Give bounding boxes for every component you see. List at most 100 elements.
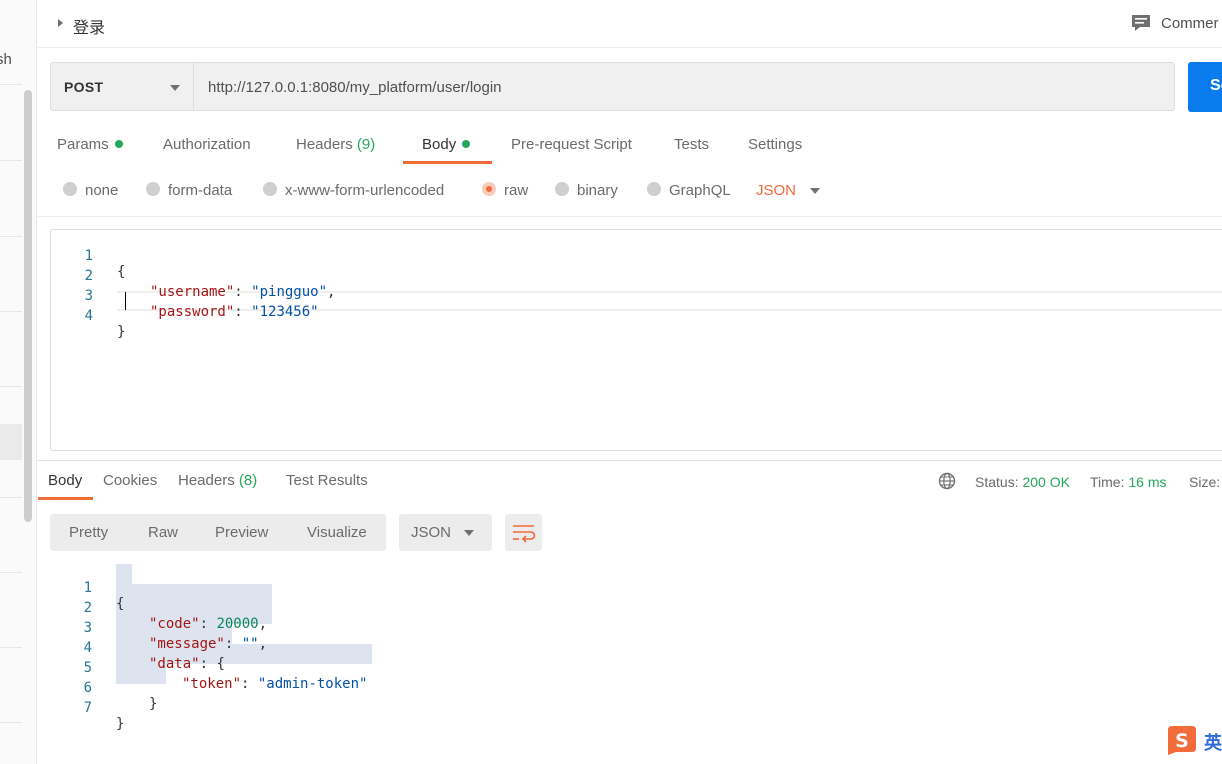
- chevron-down-icon: [170, 85, 180, 91]
- radio-icon: [146, 182, 160, 196]
- method-label: POST: [64, 79, 104, 95]
- radio-icon: [63, 182, 77, 196]
- chevron-down-icon[interactable]: [810, 188, 820, 194]
- body-type-none[interactable]: none: [63, 182, 118, 199]
- selection-highlight: [116, 584, 272, 604]
- headers-count: (8): [238, 472, 258, 489]
- view-mode-bar: Pretty Raw Preview Visualize: [50, 514, 386, 551]
- tab-body[interactable]: Body: [422, 136, 471, 153]
- json-key: "data": [149, 656, 200, 672]
- tab-tests[interactable]: Tests: [674, 136, 709, 153]
- code-line: 4 "data": {: [83, 640, 225, 672]
- body-type-form-data[interactable]: form-data: [146, 182, 232, 199]
- sogou-logo-letter: S: [1175, 730, 1189, 752]
- status-dot-icon: [114, 140, 123, 148]
- collections-sidebar: sh: [0, 0, 37, 764]
- active-tab-indicator: [403, 161, 492, 164]
- response-tab-test-results[interactable]: Test Results: [286, 472, 368, 489]
- body-type-raw[interactable]: raw: [482, 182, 528, 199]
- comments-label[interactable]: Commer: [1161, 15, 1219, 32]
- sidebar-partial-text: sh: [0, 51, 12, 68]
- json-key: "password": [150, 304, 235, 320]
- format-label: JSON: [411, 524, 452, 541]
- code-line: 1 {: [83, 580, 125, 612]
- request-name[interactable]: 登录: [73, 14, 105, 38]
- json-string: "123456": [251, 304, 319, 320]
- code-line: 1 {: [84, 248, 126, 280]
- status-value: 200 OK: [1022, 474, 1070, 490]
- body-type-urlencoded[interactable]: x-www-form-urlencoded: [263, 182, 444, 199]
- size-indicator: Size:: [1189, 474, 1221, 490]
- json-key: "username": [150, 284, 235, 300]
- request-body-editor[interactable]: 1 { 2 "username": "pingguo", 3 "password…: [50, 229, 1222, 451]
- radio-selected-icon: [482, 182, 496, 196]
- sidebar-divider: [0, 236, 22, 237]
- tab-headers[interactable]: Headers (9): [296, 136, 375, 153]
- ime-indicator[interactable]: S 英: [1162, 722, 1222, 758]
- response-body-viewer[interactable]: 1 { 2 "code": 20000, 3 "message": "", 4 …: [50, 564, 1222, 732]
- sidebar-item-selected[interactable]: [0, 424, 22, 460]
- divider: [38, 460, 1222, 461]
- request-header: 登录 Commer: [38, 0, 1222, 48]
- url-text: http://127.0.0.1:8080/my_platform/user/l…: [208, 79, 502, 96]
- code-line: 7 }: [83, 700, 125, 732]
- response-tab-headers[interactable]: Headers (8): [178, 472, 257, 489]
- url-input[interactable]: http://127.0.0.1:8080/my_platform/user/l…: [194, 62, 1175, 111]
- divider: [38, 216, 1222, 217]
- view-preview[interactable]: Preview: [215, 524, 268, 541]
- sidebar-divider: [0, 572, 22, 573]
- time-indicator: Time: 16 ms: [1090, 474, 1167, 490]
- send-label: Se: [1210, 77, 1222, 94]
- sidebar-scrollbar[interactable]: [24, 90, 32, 522]
- sidebar-divider: [0, 311, 22, 312]
- sogou-logo-icon: S: [1168, 726, 1196, 755]
- request-workspace: 登录 Commer POST http://127.0.0.1:8080/my_…: [38, 0, 1222, 764]
- raw-language-select[interactable]: JSON: [756, 182, 796, 199]
- send-button[interactable]: Se: [1188, 62, 1222, 112]
- wrap-lines-button[interactable]: [505, 514, 542, 551]
- json-key: "message": [149, 636, 225, 652]
- tab-settings[interactable]: Settings: [748, 136, 802, 153]
- selection-highlight: [116, 564, 132, 584]
- method-select[interactable]: POST: [50, 62, 194, 111]
- json-key: "code": [149, 616, 200, 632]
- tab-authorization[interactable]: Authorization: [163, 136, 251, 153]
- code-line: 2 "code": 20000,: [83, 600, 268, 632]
- sidebar-divider: [0, 722, 22, 723]
- expand-caret-icon[interactable]: [58, 19, 63, 27]
- status-dot-icon: [462, 140, 471, 148]
- code-line: 4 }: [84, 308, 126, 340]
- code-line: 3 "message": "",: [83, 620, 268, 652]
- json-string: "": [241, 636, 259, 652]
- wrap-icon: [513, 525, 536, 543]
- sidebar-divider: [0, 647, 22, 648]
- sidebar-divider: [0, 84, 22, 85]
- code-line: 3 "password": "123456": [84, 288, 319, 320]
- globe-icon[interactable]: [938, 472, 956, 490]
- view-visualize[interactable]: Visualize: [307, 524, 367, 541]
- code-line: 5 "token": "admin-token": [83, 660, 368, 692]
- sidebar-divider: [0, 497, 22, 498]
- active-tab-indicator: [38, 497, 93, 500]
- response-tab-body[interactable]: Body: [48, 472, 82, 489]
- comment-icon[interactable]: [1131, 14, 1151, 32]
- code-line: 2 "username": "pingguo",: [84, 268, 336, 300]
- body-type-binary[interactable]: binary: [555, 182, 618, 199]
- response-format-select[interactable]: JSON: [399, 514, 492, 551]
- view-pretty[interactable]: Pretty: [69, 524, 108, 541]
- status-indicator: Status: 200 OK: [975, 474, 1070, 490]
- tab-params[interactable]: Params: [57, 136, 123, 153]
- time-value: 16 ms: [1128, 474, 1167, 490]
- headers-count: (9): [356, 136, 376, 153]
- json-string: "admin-token": [257, 676, 368, 692]
- chevron-down-icon: [464, 530, 474, 536]
- view-raw[interactable]: Raw: [148, 524, 178, 541]
- sidebar-divider: [0, 386, 22, 387]
- ime-mode-label: 英: [1204, 733, 1222, 753]
- tab-pre-request-script[interactable]: Pre-request Script: [511, 136, 632, 153]
- code-line: 6 }: [83, 680, 158, 712]
- radio-icon: [263, 182, 277, 196]
- radio-icon: [555, 182, 569, 196]
- response-tab-cookies[interactable]: Cookies: [103, 472, 157, 489]
- body-type-graphql[interactable]: GraphQL: [647, 182, 731, 199]
